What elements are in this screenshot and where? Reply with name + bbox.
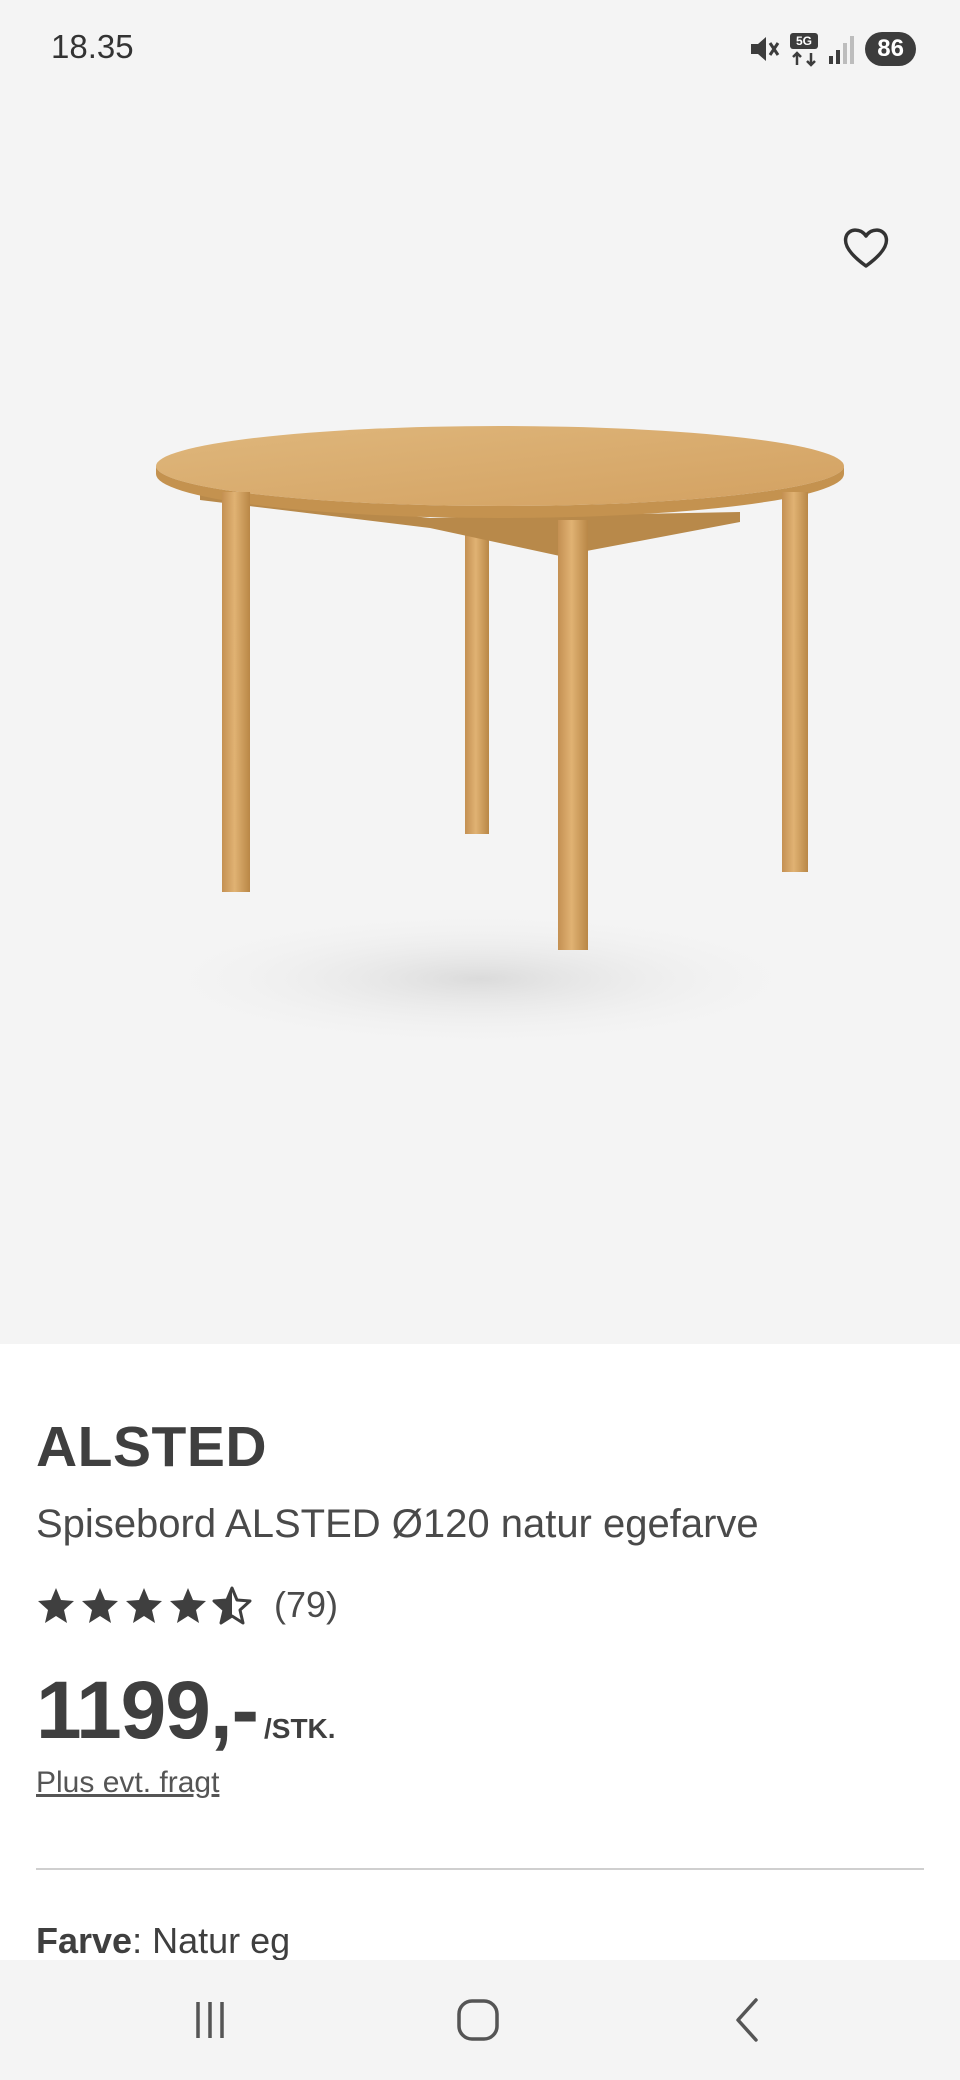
favorite-button[interactable] xyxy=(838,220,894,276)
price-unit: /STK. xyxy=(263,1713,336,1744)
rating-stars xyxy=(36,1585,252,1625)
status-bar: 18.35 5G 86 xyxy=(0,0,960,96)
system-nav-bar xyxy=(0,1960,960,2080)
price-row: 1199,- /STK. xyxy=(36,1664,336,1758)
divider xyxy=(36,1868,924,1870)
back-button[interactable] xyxy=(708,1990,788,2050)
recents-button[interactable] xyxy=(170,1990,250,2050)
heart-icon xyxy=(843,228,889,268)
star-icon xyxy=(38,1588,74,1623)
network-5g-icon: 5G xyxy=(790,33,819,67)
color-label: Farve xyxy=(36,1920,133,1961)
star-icon xyxy=(82,1588,118,1623)
home-icon xyxy=(457,1999,499,2041)
shipping-note-link[interactable]: Plus evt. fragt xyxy=(36,1766,219,1800)
back-icon xyxy=(736,1998,758,2042)
product-image[interactable] xyxy=(100,424,870,1084)
product-info: ALSTED Spisebord ALSTED Ø120 natur egefa… xyxy=(0,1344,960,1962)
home-button[interactable] xyxy=(438,1990,518,2050)
color-value: : Natur eg xyxy=(132,1920,291,1961)
product-gallery[interactable] xyxy=(0,96,960,1379)
product-title: Spisebord ALSTED Ø120 natur egefarve xyxy=(36,1502,759,1546)
mute-icon xyxy=(751,37,780,61)
recents-icon xyxy=(196,2002,224,2038)
signal-icon xyxy=(829,36,855,64)
color-selector[interactable]: Farve: Natur eg xyxy=(36,1920,290,1962)
product-page: 18.35 5G 86 ALSTED Spisebord ALSTED Ø120… xyxy=(0,0,960,2080)
star-icon xyxy=(126,1588,162,1623)
product-brand: ALSTED xyxy=(36,1415,267,1479)
battery-level: 86 xyxy=(865,32,916,66)
review-count[interactable]: (79) xyxy=(274,1584,338,1626)
status-time: 18.35 xyxy=(51,28,134,65)
svg-text:5G: 5G xyxy=(796,34,812,48)
star-half-icon xyxy=(212,1586,252,1625)
product-price: 1199,- xyxy=(36,1665,259,1756)
status-icons: 5G 86 xyxy=(747,30,916,68)
product-rating[interactable]: (79) xyxy=(36,1582,338,1628)
star-icon xyxy=(170,1588,206,1623)
